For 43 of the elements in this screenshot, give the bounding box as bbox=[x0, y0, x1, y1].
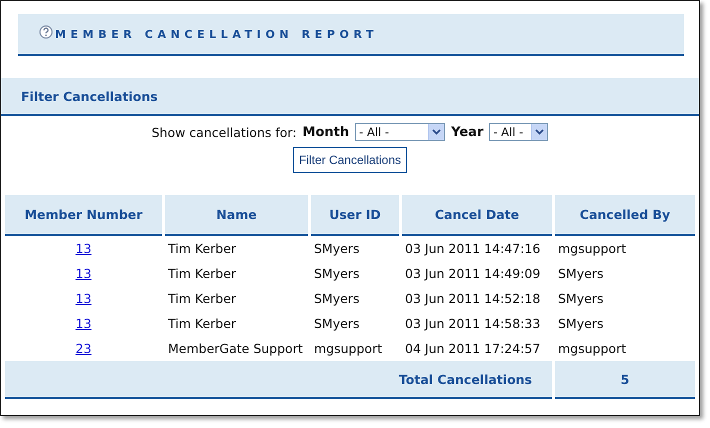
member-number-link[interactable]: 23 bbox=[76, 341, 92, 356]
table-cell-text: mgsupport bbox=[313, 340, 384, 358]
table-cell-text: MemberGate Support bbox=[167, 340, 304, 358]
table-cell-text: Tim Kerber bbox=[167, 240, 238, 258]
month-label: Month bbox=[302, 124, 350, 140]
table-cell-text: 03 Jun 2011 14:52:18 bbox=[404, 290, 542, 308]
table-cell-text: SMyers bbox=[313, 265, 360, 283]
caret-icon bbox=[535, 129, 544, 135]
total-value: 5 bbox=[555, 361, 695, 399]
year-label: Year bbox=[451, 124, 484, 140]
column-header: Cancelled By bbox=[555, 195, 695, 236]
section-title: Filter Cancellations bbox=[21, 88, 158, 104]
table-cell-text: SMyers bbox=[557, 265, 604, 283]
column-header: Member Number bbox=[5, 195, 162, 236]
year-select[interactable]: - All - bbox=[489, 123, 548, 141]
total-label: Total Cancellations bbox=[5, 361, 552, 399]
help-icon[interactable] bbox=[39, 25, 53, 39]
table-cell-text: SMyers bbox=[313, 240, 360, 258]
table-cell-text: 04 Jun 2011 17:24:57 bbox=[404, 340, 542, 358]
member-number-link[interactable]: 13 bbox=[76, 241, 92, 256]
table-cell-text: Tim Kerber bbox=[167, 315, 238, 333]
table-cell-text: mgsupport bbox=[557, 340, 628, 358]
table-cell-text: SMyers bbox=[557, 290, 604, 308]
page-title: MEMBER CANCELLATION REPORT bbox=[55, 28, 378, 40]
month-select[interactable]: - All - bbox=[355, 123, 446, 141]
table-cell-text: 03 Jun 2011 14:49:09 bbox=[404, 265, 542, 283]
table-cell-text: Tim Kerber bbox=[167, 290, 238, 308]
table-cell-text: SMyers bbox=[313, 290, 360, 308]
table-cell-text: 03 Jun 2011 14:58:33 bbox=[404, 315, 542, 333]
table-cell-text: mgsupport bbox=[557, 240, 628, 258]
column-header: Cancel Date bbox=[402, 195, 552, 236]
table-cell-text: SMyers bbox=[313, 315, 360, 333]
filter-button[interactable]: Filter Cancellations bbox=[292, 147, 408, 173]
caret-icon bbox=[432, 129, 442, 135]
member-number-link[interactable]: 13 bbox=[76, 316, 92, 331]
filter-prompt: Show cancellations for: bbox=[152, 124, 297, 140]
table-cell-text: Tim Kerber bbox=[167, 265, 238, 283]
column-header: Name bbox=[165, 195, 308, 236]
table-cell-text: 03 Jun 2011 14:47:16 bbox=[404, 240, 542, 258]
table-cell-text: SMyers bbox=[557, 315, 604, 333]
column-header: User ID bbox=[311, 195, 399, 236]
member-number-link[interactable]: 13 bbox=[76, 266, 92, 281]
member-number-link[interactable]: 13 bbox=[76, 291, 92, 306]
